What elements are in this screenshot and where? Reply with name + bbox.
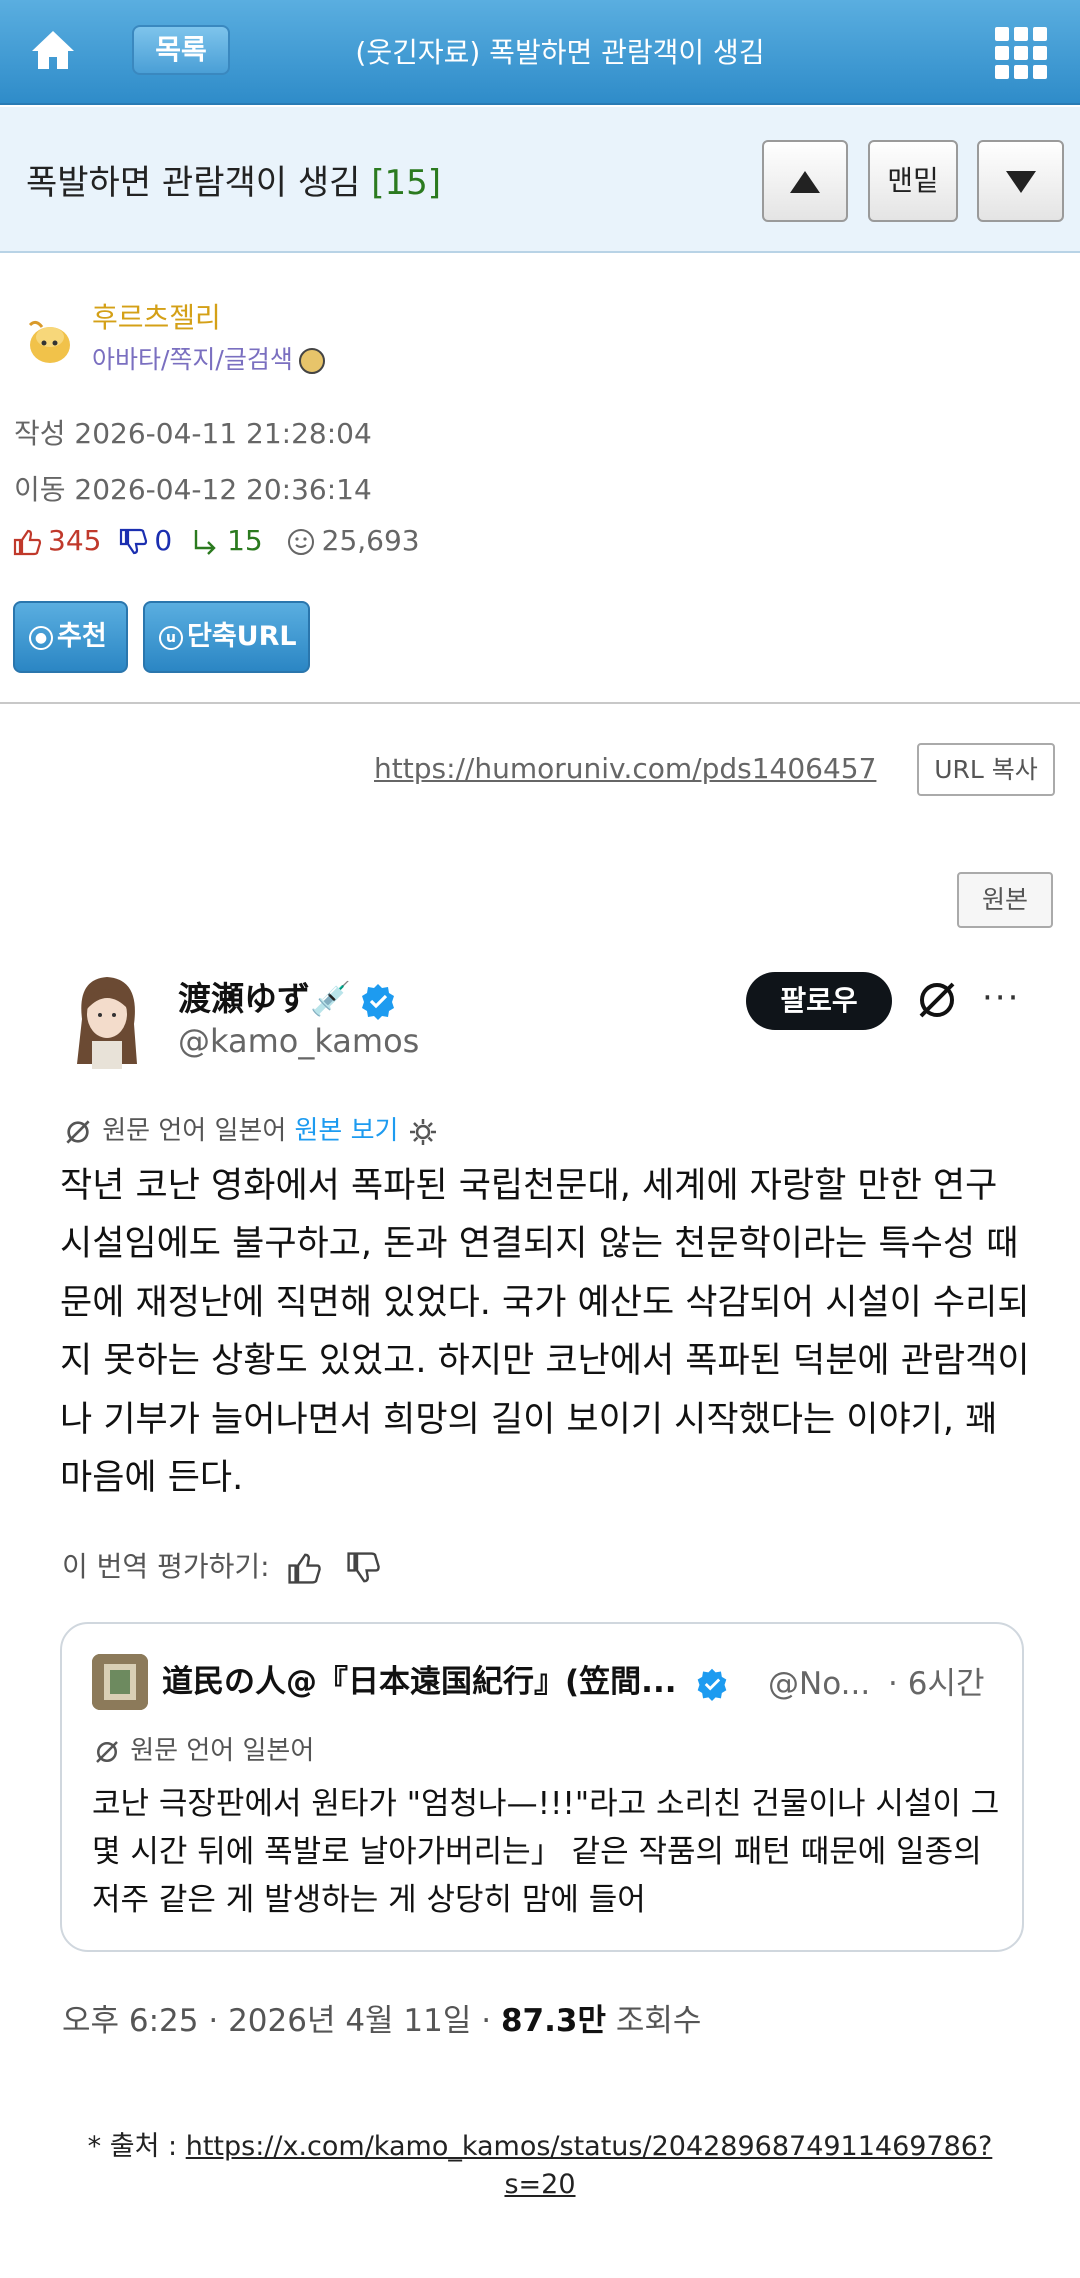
quoted-tweet-body: 코난 극장판에서 원타가 "엄청나—!!!"라고 소리친 건물이나 시설이 그 … <box>92 1786 1000 1918</box>
follow-button[interactable]: 팔로우 <box>746 972 892 1030</box>
quoted-author-handle-time: @No... · 6시간 <box>768 1658 985 1703</box>
quoted-author-name[interactable]: 道民の人@『日本遠国紀行』(笠間... <box>162 1656 729 1701</box>
post-title-text: 폭발하면 관람객이 생김 <box>26 163 361 203</box>
quoted-translation-info: 원문 언어 일본어 <box>92 1730 314 1767</box>
short-url-icon: u <box>159 625 183 650</box>
moved-date: 이동 2026-04-12 20:36:14 <box>14 473 372 506</box>
quoted-translated-from-label: 원문 언어 일본어 <box>130 1736 315 1766</box>
view-original-link[interactable]: 원본 보기 <box>295 1116 399 1146</box>
quoted-verified-badge-icon <box>697 1668 727 1701</box>
original-image-button[interactable]: 원본 <box>957 872 1053 928</box>
quoted-translate-icon <box>96 1740 118 1763</box>
translate-icon <box>66 1119 90 1144</box>
source-prefix: * 출처 : <box>87 2131 186 2162</box>
thumbs-up-icon <box>13 529 42 556</box>
author-links-text[interactable]: 아바타/쪽지/글검색 <box>92 345 293 374</box>
comment-count[interactable]: [15] <box>371 163 441 203</box>
quoted-author-avatar[interactable] <box>92 1654 148 1710</box>
tweet-author-handle[interactable]: @kamo_kamos <box>178 1022 419 1060</box>
source-link[interactable]: https://x.com/kamo_kamos/status/20428968… <box>186 2131 993 2200</box>
author-name[interactable]: 후르츠젤리 <box>92 296 221 336</box>
quoted-author-avatar-icon <box>92 1654 148 1710</box>
scroll-down-button[interactable] <box>977 140 1064 222</box>
author-links[interactable]: 아바타/쪽지/글검색 <box>92 340 325 376</box>
home-icon[interactable] <box>30 27 76 73</box>
quoted-tweet-time: · 6시간 <box>888 1666 985 1702</box>
thumbs-down-icon <box>120 528 148 555</box>
created-date: 작성 2026-04-11 21:28:04 <box>14 417 372 450</box>
board-title: (웃긴자료) 폭발하면 관람객이 생김 <box>355 36 765 69</box>
translation-info: 원문 언어 일본어 원본 보기 <box>62 1110 439 1148</box>
view-face-icon <box>287 529 314 555</box>
rate-thumbs-down-icon[interactable] <box>345 1550 381 1586</box>
tweet-view-label: 조회수 <box>615 2003 702 2039</box>
rate-translation-label: 이 번역 평가하기: <box>62 1550 270 1583</box>
recommend-icon: ● <box>29 625 53 650</box>
post-url-link[interactable]: https://humoruniv.com/pds1406457 <box>374 752 876 785</box>
arrow-down-icon <box>1005 171 1036 193</box>
quoted-author-name-text[interactable]: 道民の人@『日本遠国紀行』(笠間... <box>162 1664 677 1700</box>
tweet-author-name[interactable]: 渡瀬ゆず💉 <box>178 972 397 1020</box>
post-title-bar: 폭발하면 관람객이 생김 [15] 맨밑 <box>0 107 1080 253</box>
source-note: * 출처 : https://x.com/kamo_kamos/status/2… <box>60 2128 1020 2204</box>
author-avatar-icon[interactable] <box>22 315 76 369</box>
section-divider <box>0 702 1080 704</box>
menu-grid-icon[interactable] <box>995 27 1047 79</box>
scroll-up-button[interactable] <box>762 140 848 222</box>
tweet-body: 작년 코난 영화에서 폭파된 국립천문대, 세계에 자랑할 만한 연구 시설임에… <box>60 1166 1030 1499</box>
grok-icon[interactable] <box>913 976 961 1024</box>
short-url-label: 단축URL <box>187 621 297 652</box>
dislike-count: 0 <box>154 524 173 557</box>
reply-arrow-icon <box>194 530 216 555</box>
quoted-author-handle[interactable]: @No... <box>768 1666 870 1702</box>
tweet-author-name-text[interactable]: 渡瀬ゆず💉 <box>178 979 351 1018</box>
scroll-bottom-button[interactable]: 맨밑 <box>868 140 958 222</box>
like-count: 345 <box>48 524 102 557</box>
post-stats: 345 0 15 25,693 <box>12 524 420 557</box>
level-badge-icon <box>298 348 325 374</box>
tweet-time[interactable]: 오후 6:25 · 2026년 4월 11일 · <box>62 2003 501 2039</box>
top-bar: 목록 (웃긴자료) 폭발하면 관람객이 생김 <box>0 0 1080 105</box>
view-count: 25,693 <box>321 524 420 557</box>
rate-translation: 이 번역 평가하기: <box>62 1545 381 1586</box>
url-copy-button[interactable]: URL 복사 <box>917 743 1055 796</box>
recommend-button[interactable]: ● 추천 <box>13 601 128 673</box>
rate-thumbs-up-icon[interactable] <box>286 1550 322 1586</box>
tweet-view-count: 87.3만 <box>500 2003 606 2039</box>
tweet-timestamp: 오후 6:25 · 2026년 4월 11일 · 87.3만 조회수 <box>62 1995 701 2040</box>
comment-stat: 15 <box>227 524 263 557</box>
arrow-up-icon <box>790 171 820 193</box>
recommend-label: 추천 <box>57 621 107 652</box>
tweet-author-avatar-icon[interactable] <box>62 969 152 1069</box>
settings-gear-icon[interactable] <box>407 1116 439 1148</box>
list-button[interactable]: 목록 <box>132 25 230 75</box>
more-options-icon[interactable]: ··· <box>982 978 1020 1018</box>
quoted-tweet[interactable]: 道民の人@『日本遠国紀行』(笠間... @No... · 6시간 원문 언어 일… <box>60 1622 1024 1952</box>
short-url-button[interactable]: u 단축URL <box>143 601 310 673</box>
translated-from-label: 원문 언어 일본어 <box>102 1116 287 1146</box>
post-title: 폭발하면 관람객이 생김 [15] <box>26 155 441 204</box>
verified-badge-icon <box>362 983 395 1020</box>
